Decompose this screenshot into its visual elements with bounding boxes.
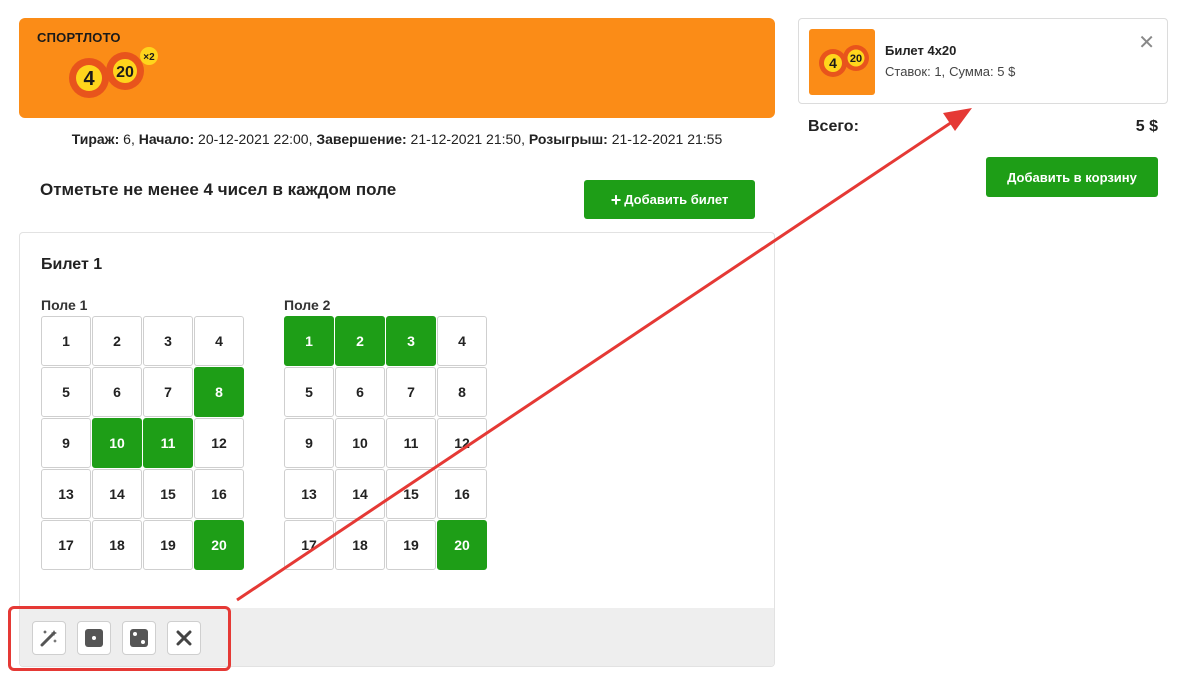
- number-cell[interactable]: 12: [437, 418, 487, 468]
- number-cell[interactable]: 13: [41, 469, 91, 519]
- end-label: Завершение:: [316, 131, 407, 147]
- number-cell[interactable]: 18: [92, 520, 142, 570]
- number-cell[interactable]: 4: [194, 316, 244, 366]
- random-one-button[interactable]: [77, 621, 111, 655]
- number-cell[interactable]: 8: [437, 367, 487, 417]
- number-cell[interactable]: 11: [386, 418, 436, 468]
- remove-cart-item-icon[interactable]: ✕: [1138, 33, 1155, 53]
- number-cell[interactable]: 18: [335, 520, 385, 570]
- number-cell[interactable]: 6: [335, 367, 385, 417]
- thumb-digit-right: 20: [850, 53, 862, 65]
- total-value: 5 $: [1135, 118, 1158, 135]
- clear-ticket-button[interactable]: [167, 621, 201, 655]
- field-1-grid: 1 2 3 4 5 6 7 8 9 10 11 12 13 14 15 16 17 18 19 20: [41, 316, 244, 570]
- number-cell[interactable]: 20: [437, 520, 487, 570]
- number-cell[interactable]: 12: [194, 418, 244, 468]
- field-2-label: Поле 2: [284, 297, 331, 313]
- start-value: 20-12-2021 22:00,: [198, 131, 313, 147]
- number-cell[interactable]: 14: [335, 469, 385, 519]
- number-cell[interactable]: 20: [194, 520, 244, 570]
- logo-digit-left: 4: [83, 68, 95, 90]
- number-cell[interactable]: 4: [437, 316, 487, 366]
- game-banner: СПОРТЛОТО 4 20 ×2: [19, 18, 775, 118]
- cart-item-sum: Сумма: 5 $: [949, 64, 1016, 79]
- number-cell[interactable]: 10: [92, 418, 142, 468]
- draw-info: Тираж: 6, Начало: 20-12-2021 22:00, Заве…: [0, 131, 794, 147]
- add-ticket-label: Добавить билет: [624, 192, 729, 207]
- cart-item-name: Билет 4х20: [885, 43, 957, 58]
- number-cell[interactable]: 16: [194, 469, 244, 519]
- add-ticket-button[interactable]: + Добавить билет: [584, 180, 755, 219]
- number-cell[interactable]: 7: [386, 367, 436, 417]
- number-cell[interactable]: 14: [92, 469, 142, 519]
- magic-wand-icon: [40, 630, 57, 647]
- number-cell[interactable]: 3: [143, 316, 193, 366]
- number-cell[interactable]: 8: [194, 367, 244, 417]
- number-cell[interactable]: 19: [143, 520, 193, 570]
- number-cell[interactable]: 2: [335, 316, 385, 366]
- total-label: Всего:: [808, 118, 859, 135]
- sportloto-logo: СПОРТЛОТО 4 20 ×2: [37, 30, 177, 110]
- number-cell[interactable]: 9: [284, 418, 334, 468]
- number-cell[interactable]: 17: [41, 520, 91, 570]
- random-two-button[interactable]: [122, 621, 156, 655]
- auto-fill-button[interactable]: [32, 621, 66, 655]
- number-cell[interactable]: 7: [143, 367, 193, 417]
- start-label: Начало:: [138, 131, 195, 147]
- number-cell[interactable]: 15: [143, 469, 193, 519]
- number-cell[interactable]: 2: [92, 316, 142, 366]
- number-cell[interactable]: 15: [386, 469, 436, 519]
- draw-value: 6,: [123, 131, 135, 147]
- number-cell[interactable]: 5: [41, 367, 91, 417]
- brand-name: СПОРТЛОТО: [37, 30, 121, 45]
- instruction-text: Отметьте не менее 4 чисел в каждом поле: [40, 180, 397, 199]
- end-value: 21-12-2021 21:50,: [410, 131, 525, 147]
- number-cell[interactable]: 9: [41, 418, 91, 468]
- number-cell[interactable]: 11: [143, 418, 193, 468]
- plus-icon: +: [610, 189, 622, 210]
- number-cell[interactable]: 5: [284, 367, 334, 417]
- number-cell[interactable]: 16: [437, 469, 487, 519]
- number-cell[interactable]: 3: [386, 316, 436, 366]
- number-cell[interactable]: 10: [335, 418, 385, 468]
- ticket-title: Билет 1: [41, 256, 103, 273]
- raffle-value: 21-12-2021 21:55: [611, 131, 723, 147]
- field-2-grid: 1 2 3 4 5 6 7 8 9 10 11 12 13 14 15 16 17 18 19 20: [284, 316, 487, 570]
- cart-item-thumbnail: 4 20: [809, 29, 875, 95]
- close-icon: [176, 630, 192, 646]
- dice-two-icon: [130, 629, 148, 647]
- logo-multiplier: ×2: [143, 52, 155, 63]
- draw-label: Тираж:: [71, 131, 120, 147]
- number-cell[interactable]: 6: [92, 367, 142, 417]
- number-cell[interactable]: 17: [284, 520, 334, 570]
- field-1-label: Поле 1: [41, 297, 88, 313]
- number-cell[interactable]: 19: [386, 520, 436, 570]
- dice-one-icon: [85, 629, 103, 647]
- cart-item-bets: Ставок: 1,: [885, 64, 946, 79]
- thumb-digit-left: 4: [829, 55, 837, 71]
- number-cell[interactable]: 1: [41, 316, 91, 366]
- number-cell[interactable]: 1: [284, 316, 334, 366]
- ticket-toolbar: [20, 608, 774, 666]
- cart-item-meta: Ставок: 1, Сумма: 5 $: [885, 64, 1019, 79]
- cart-item: 4 20 Билет 4х20 Ставок: 1, Сумма: 5 $ ✕: [798, 18, 1168, 104]
- logo-digit-right: 20: [116, 64, 134, 81]
- ticket-card: Билет 1 Поле 1 1 2 3 4 5 6 7 8 9 10 11 12 13 14 15 16 17…: [19, 232, 775, 667]
- raffle-label: Розыгрыш:: [528, 131, 608, 147]
- number-cell[interactable]: 13: [284, 469, 334, 519]
- add-to-cart-button[interactable]: Добавить в корзину: [986, 157, 1158, 197]
